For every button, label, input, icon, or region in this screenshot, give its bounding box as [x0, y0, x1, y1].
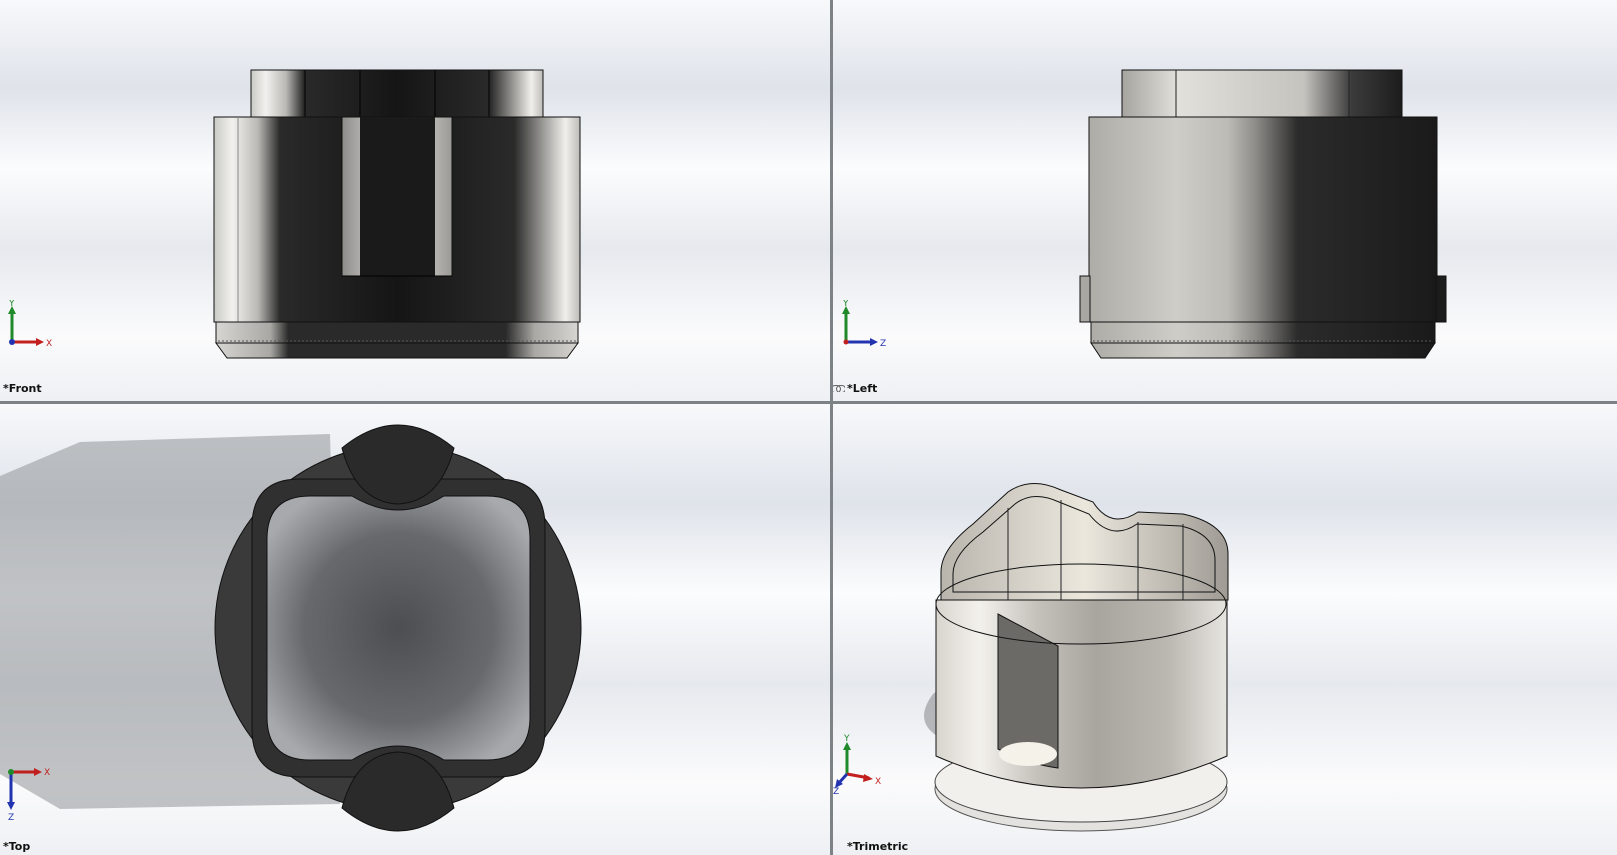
viewport-label-top: *Top [3, 840, 31, 853]
triad-z-label: Z [833, 787, 839, 794]
viewport-front[interactable]: Y X *Front [0, 0, 830, 401]
front-view-model [213, 69, 581, 359]
trimetric-view-model [924, 483, 1229, 832]
triad-y-label: Y [842, 300, 849, 309]
axis-triad: Y Z [842, 300, 886, 349]
triad-y-label: Y [843, 734, 850, 744]
viewport-top[interactable]: X Z *Top [0, 404, 830, 855]
triad-z-label: Z [880, 339, 886, 349]
viewport-label-left: *Left [847, 382, 878, 395]
triad-y-label: Y [8, 300, 15, 309]
viewport-label-trimetric: *Trimetric [847, 840, 909, 853]
axis-triad: Y X [8, 300, 52, 349]
triad-x-label: X [875, 777, 881, 787]
left-view-model [1079, 69, 1447, 359]
top-view-model [0, 424, 582, 832]
viewport-left[interactable]: Y Z *Left [833, 0, 1617, 401]
viewport-trimetric[interactable]: Y X Z *Trimetric [833, 404, 1617, 855]
link-icon[interactable] [833, 385, 845, 392]
axis-triad: X Z [7, 768, 50, 822]
axis-triad: Y X Z [833, 734, 881, 794]
triad-x-label: X [46, 339, 52, 349]
triad-x-label: X [44, 768, 50, 778]
triad-z-label: Z [8, 813, 14, 822]
viewport-label-front: *Front [3, 382, 42, 395]
